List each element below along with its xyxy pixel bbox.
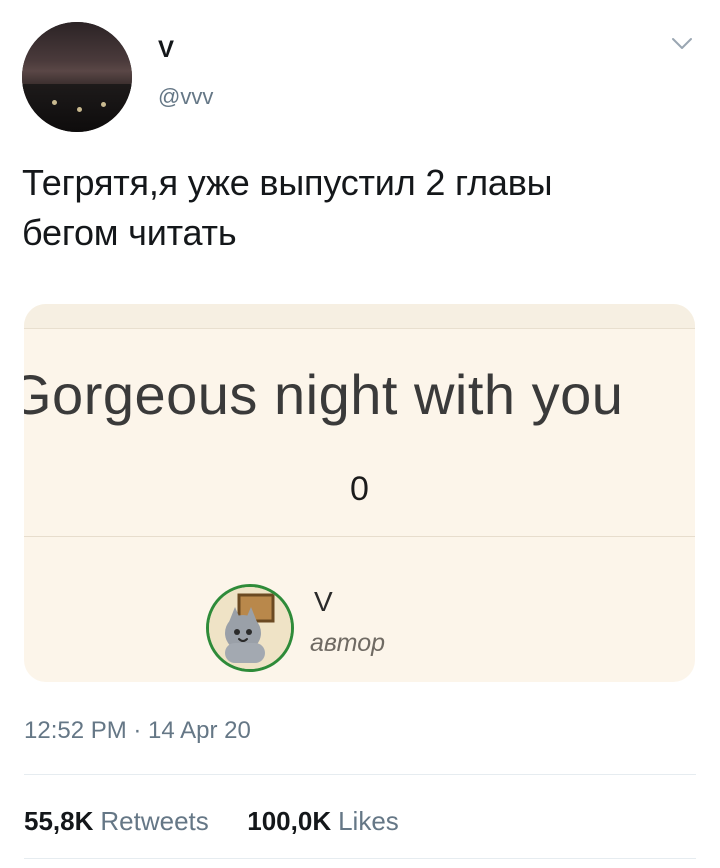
tweet-text: Тегрятя,я уже выпустил 2 главы бегом чит… xyxy=(22,158,702,258)
card-divider xyxy=(24,536,695,537)
card-top-band xyxy=(24,304,695,329)
retweets-stat[interactable]: 55,8K Retweets xyxy=(24,806,216,836)
divider-bottom xyxy=(24,858,696,859)
attached-image-card[interactable]: Gorgeous night with you 0 V автор xyxy=(24,304,695,682)
tweet-header: V @vvv xyxy=(22,22,698,132)
author-avatar xyxy=(206,584,294,672)
card-subtitle: 0 xyxy=(350,470,369,508)
likes-stat[interactable]: 100,0K Likes xyxy=(247,806,399,836)
card-title: Gorgeous night with you xyxy=(24,363,624,426)
author-role: автор xyxy=(310,629,386,657)
avatar-light xyxy=(101,102,106,107)
avatar-light xyxy=(52,100,57,105)
profile-avatar[interactable] xyxy=(22,22,132,132)
username-handle[interactable]: @vvv xyxy=(158,84,213,110)
tweet-text-line1: Тегрятя,я уже выпустил 2 главы xyxy=(22,162,553,203)
tweet-timestamp[interactable]: 12:52 PM · 14 Apr 20 xyxy=(24,717,251,745)
avatar-light xyxy=(77,107,82,112)
tweet-stats: 55,8K Retweets 100,0K Likes xyxy=(24,806,399,837)
display-name[interactable]: V xyxy=(158,36,174,64)
author-name: V xyxy=(314,586,333,617)
likes-count: 100,0K xyxy=(247,806,332,836)
likes-label: Likes xyxy=(338,806,399,836)
avatar-sky xyxy=(22,22,132,92)
retweets-label: Retweets xyxy=(100,806,209,836)
chevron-down-icon[interactable] xyxy=(668,30,696,58)
divider-top xyxy=(24,774,696,775)
retweets-count: 55,8K xyxy=(24,806,94,836)
tweet-text-line2: бегом читать xyxy=(22,212,237,253)
